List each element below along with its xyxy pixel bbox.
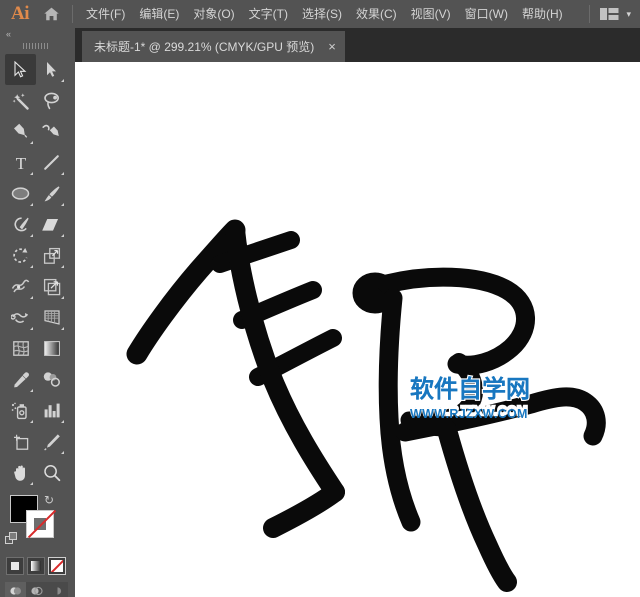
tool-flyout-indicator xyxy=(61,172,64,175)
slice-tool[interactable] xyxy=(36,426,67,457)
menu-divider-right xyxy=(589,5,591,23)
tool-flyout-indicator xyxy=(30,234,33,237)
none-mode-button[interactable] xyxy=(48,557,66,575)
document-tab-label: 未标题-1* @ 299.21% (CMYK/GPU 预览) xyxy=(94,40,315,54)
curvature-tool[interactable] xyxy=(36,116,67,147)
tool-flyout-indicator xyxy=(30,420,33,423)
svg-text:T: T xyxy=(15,154,26,171)
rotate-tool[interactable] xyxy=(5,240,36,271)
document-tab[interactable]: 未标题-1* @ 299.21% (CMYK/GPU 预览) × xyxy=(82,31,345,62)
draw-behind-button[interactable] xyxy=(25,582,47,597)
tool-flyout-indicator xyxy=(61,327,64,330)
selection-tool[interactable] xyxy=(5,54,36,85)
zoom-tool[interactable] xyxy=(36,457,67,488)
gradient-mode-button[interactable] xyxy=(27,557,45,575)
menu-item-effect[interactable]: 效果(C) xyxy=(349,0,404,28)
menu-item-type[interactable]: 文字(T) xyxy=(242,0,295,28)
menu-item-object[interactable]: 对象(O) xyxy=(186,0,241,28)
scale-tool[interactable] xyxy=(36,240,67,271)
tool-flyout-indicator xyxy=(61,203,64,206)
menu-item-window[interactable]: 窗口(W) xyxy=(458,0,515,28)
pen-tool[interactable] xyxy=(5,116,36,147)
document-canvas[interactable]: 软件自学网 软件自学网 WWW.RJZXW.COM WWW.RJZXW.COM xyxy=(75,62,640,597)
free-transform-tool[interactable] xyxy=(36,271,67,302)
panel-drag-handle[interactable] xyxy=(0,40,72,52)
tool-flyout-indicator xyxy=(61,234,64,237)
tool-flyout-indicator xyxy=(30,296,33,299)
menu-item-view[interactable]: 视图(V) xyxy=(404,0,458,28)
tool-grid: T xyxy=(0,54,72,488)
draw-normal-button[interactable] xyxy=(4,582,26,597)
draw-inside-button[interactable] xyxy=(46,582,68,597)
illustrator-window: Ai 文件(F) 编辑(E) 对象(O) 文字(T) 选择(S) 效果(C) 视… xyxy=(0,0,640,597)
tool-flyout-indicator xyxy=(61,79,64,82)
none-mode-swatch xyxy=(51,560,63,572)
gradient-tool[interactable] xyxy=(36,333,67,364)
menu-item-help[interactable]: 帮助(H) xyxy=(515,0,570,28)
tools-panel: « T ↻ xyxy=(0,28,72,597)
close-icon[interactable]: × xyxy=(328,40,336,53)
type-tool[interactable]: T xyxy=(5,147,36,178)
workspace-switcher-icon[interactable] xyxy=(596,7,623,21)
default-fill-stroke-icon[interactable] xyxy=(5,532,18,545)
menu-item-edit[interactable]: 编辑(E) xyxy=(132,0,186,28)
tool-flyout-indicator xyxy=(61,265,64,268)
tool-flyout-indicator xyxy=(30,172,33,175)
perspective-grid-tool[interactable] xyxy=(36,302,67,333)
tool-flyout-indicator xyxy=(61,296,64,299)
collapse-panel-button[interactable]: « xyxy=(0,28,72,40)
color-mode-button[interactable] xyxy=(6,557,24,575)
document-tab-bar: 未标题-1* @ 299.21% (CMYK/GPU 预览) × xyxy=(75,28,640,62)
symbol-sprayer-tool[interactable] xyxy=(5,395,36,426)
eraser-tool[interactable] xyxy=(36,209,67,240)
chevron-down-icon[interactable]: ▾ xyxy=(623,9,640,20)
line-segment-tool[interactable] xyxy=(36,147,67,178)
lasso-tool[interactable] xyxy=(36,85,67,116)
app-logo: Ai xyxy=(11,3,30,24)
width-tool[interactable] xyxy=(5,271,36,302)
eyedropper-tool[interactable] xyxy=(5,364,36,395)
tool-flyout-indicator xyxy=(61,451,64,454)
gradient-mode-swatch xyxy=(31,561,41,571)
menu-item-select[interactable]: 选择(S) xyxy=(295,0,349,28)
fill-stroke-controls: ↻ xyxy=(0,492,72,552)
artboard-tool[interactable] xyxy=(5,426,36,457)
home-icon[interactable] xyxy=(36,0,66,28)
drawing-mode-buttons xyxy=(0,582,72,597)
tool-flyout-indicator xyxy=(30,389,33,392)
paint-mode-buttons xyxy=(0,557,72,575)
menu-bar: Ai 文件(F) 编辑(E) 对象(O) 文字(T) 选择(S) 效果(C) 视… xyxy=(0,0,640,28)
menu-divider xyxy=(72,5,73,23)
hand-tool[interactable] xyxy=(5,457,36,488)
menu-item-file[interactable]: 文件(F) xyxy=(79,0,132,28)
shaper-tool[interactable] xyxy=(5,209,36,240)
brush-calligraphy-artwork[interactable] xyxy=(75,62,640,597)
direct-selection-tool[interactable] xyxy=(36,54,67,85)
paintbrush-tool[interactable] xyxy=(36,178,67,209)
menu-bar-right: ▾ xyxy=(583,0,640,28)
shape-builder-tool[interactable] xyxy=(5,302,36,333)
column-graph-tool[interactable] xyxy=(36,395,67,426)
ellipse-tool[interactable] xyxy=(5,178,36,209)
tool-flyout-indicator xyxy=(30,203,33,206)
blend-tool[interactable] xyxy=(36,364,67,395)
mesh-tool[interactable] xyxy=(5,333,36,364)
none-slash-icon xyxy=(27,509,57,539)
color-mode-swatch xyxy=(11,562,19,570)
tool-flyout-indicator xyxy=(30,482,33,485)
tool-flyout-indicator xyxy=(30,265,33,268)
tool-flyout-indicator xyxy=(30,327,33,330)
stroke-swatch[interactable] xyxy=(26,509,57,539)
swap-fill-stroke-icon[interactable]: ↻ xyxy=(44,493,54,507)
tool-flyout-indicator xyxy=(30,141,33,144)
magic-wand-tool[interactable] xyxy=(5,85,36,116)
tool-flyout-indicator xyxy=(61,420,64,423)
menu-item-list: 文件(F) 编辑(E) 对象(O) 文字(T) 选择(S) 效果(C) 视图(V… xyxy=(79,0,570,28)
